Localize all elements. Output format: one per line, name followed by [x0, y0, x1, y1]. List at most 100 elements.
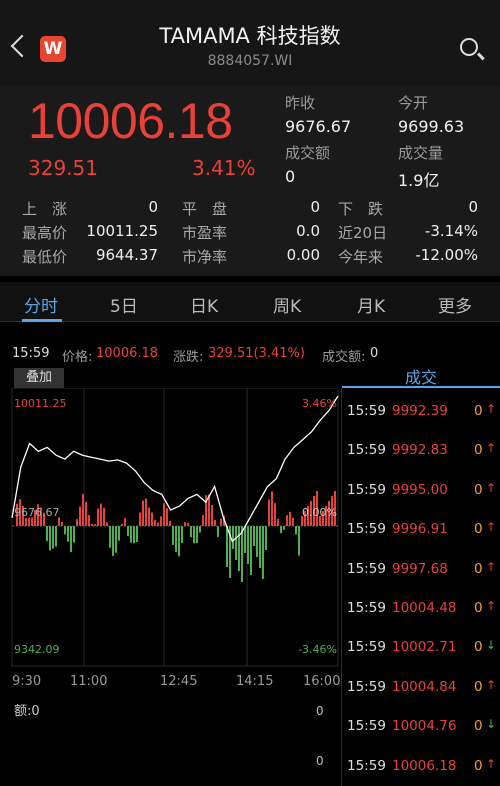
deviation-bar — [112, 526, 114, 556]
deviation-bar — [64, 526, 66, 535]
trade-row: 15:59 9992.39 0 ↑ — [342, 392, 500, 431]
period-tabs: 分时 5日 日K 周K 月K 更多 — [0, 282, 500, 322]
deviation-bar — [103, 507, 105, 526]
trade-price: 10006.18 — [392, 757, 457, 774]
deviation-bar — [283, 526, 285, 530]
trade-time: 15:59 — [347, 639, 386, 656]
deviation-bar — [268, 499, 270, 526]
open-value: 9699.63 — [398, 117, 465, 136]
trade-row: 15:59 10004.48 0 ↑ — [342, 589, 500, 628]
trade-price: 9995.00 — [392, 481, 448, 498]
arrow-down-icon: ↓ — [486, 638, 497, 653]
arrow-up-icon: ↑ — [486, 480, 497, 495]
intraday-chart[interactable]: 10011.25 3.46% 9676.67 0.00% 9342.09 -3.… — [0, 388, 342, 668]
tab-intraday[interactable]: 分时 — [24, 292, 58, 317]
trade-price: 9992.39 — [392, 403, 448, 419]
deviation-bar — [49, 526, 51, 551]
deviation-bar — [292, 517, 294, 526]
open-price: 今开 9699.63 — [398, 92, 464, 136]
trade-price: 10002.71 — [392, 639, 457, 656]
deviation-bar — [169, 520, 171, 526]
deviation-bar — [127, 526, 129, 537]
deviation-bar — [220, 518, 222, 526]
deviation-bar — [184, 522, 186, 526]
deviation-bar — [124, 518, 126, 526]
deviation-bar — [73, 526, 75, 543]
tab-month-k[interactable]: 月K — [357, 292, 385, 317]
deviation-bar — [277, 518, 279, 526]
deviation-bar — [193, 526, 195, 544]
trade-qty: 0 — [474, 481, 483, 498]
deviation-bar — [265, 526, 267, 550]
deviation-bar — [256, 526, 258, 557]
trade-price: 10004.84 — [392, 678, 457, 695]
deviation-bar — [136, 526, 138, 543]
deviation-bar — [202, 515, 204, 526]
deviation-bar — [271, 491, 273, 526]
prev-close-value: 9676.67 — [285, 117, 352, 136]
prev-close-label: 昨收 — [285, 94, 316, 112]
deviation-bar — [94, 524, 96, 526]
deviation-bar — [163, 503, 165, 526]
x-label-1245: 12:45 — [160, 674, 198, 689]
trade-price: 10004.48 — [392, 600, 457, 616]
d20-value: -3.14% — [424, 222, 478, 240]
deviation-bar — [133, 526, 135, 544]
x-label-1415: 14:15 — [236, 674, 274, 689]
deviation-bar — [109, 526, 111, 548]
deviation-bar — [160, 516, 162, 526]
trade-price: 10004.76 — [392, 718, 457, 735]
tab-week-k[interactable]: 周K — [273, 292, 301, 317]
deviation-bar — [181, 526, 183, 544]
trades-header[interactable]: 成交 — [342, 364, 500, 388]
deviation-bar — [217, 526, 219, 537]
trade-qty: 0 — [474, 442, 483, 459]
low-value: 9644.37 — [95, 246, 158, 264]
trade-qty: 0 — [474, 718, 483, 735]
deviation-bar — [130, 526, 132, 543]
volume-label: 成交量 — [398, 144, 444, 162]
deviation-bar — [25, 517, 27, 526]
deviation-bar — [250, 526, 252, 575]
deviation-bar — [196, 526, 198, 544]
trade-time: 15:59 — [347, 442, 386, 459]
amount-axis-bottom: 0 — [316, 754, 324, 768]
overlay-button[interactable]: 叠加 — [14, 368, 64, 388]
tab-5day[interactable]: 5日 — [110, 292, 138, 317]
deviation-bar — [199, 526, 201, 533]
trade-time: 15:59 — [347, 560, 386, 577]
current-price: 10006.18 — [28, 93, 233, 149]
search-icon[interactable] — [460, 38, 478, 56]
info-price-label: 价格: — [62, 350, 93, 365]
open-label: 今开 — [398, 94, 429, 112]
trade-row: 15:59 10004.84 0 ↑ — [342, 668, 500, 707]
deviation-bar — [286, 515, 288, 526]
crosshair-info: 15:59 价格: 10006.18 涨跌: 329.51(3.41%) 成交额… — [0, 340, 500, 366]
trade-qty: 0 — [474, 403, 483, 419]
pct-label-mid: 0.00% — [302, 506, 337, 519]
deviation-bar — [85, 501, 87, 526]
deviation-bar — [274, 503, 276, 526]
pb-value: 0.00 — [286, 246, 320, 264]
arrow-down-icon: ↓ — [486, 717, 497, 732]
arrow-up-icon: ↑ — [486, 756, 497, 771]
info-time: 15:59 — [12, 346, 50, 361]
trade-qty: 0 — [474, 678, 483, 695]
deviation-bar — [247, 526, 249, 564]
deviation-bar — [208, 494, 210, 526]
tab-more[interactable]: 更多 — [438, 292, 472, 317]
deviation-bar — [97, 508, 99, 526]
trade-row: 15:59 9992.83 0 ↑ — [342, 431, 500, 470]
deviation-bar — [82, 494, 84, 526]
deviation-bar — [106, 522, 108, 526]
deviation-bar — [154, 519, 156, 526]
ytd-label: 今年来 — [338, 248, 384, 266]
trade-price: 9997.68 — [392, 560, 448, 577]
deviation-bar — [190, 526, 192, 538]
tab-day-k[interactable]: 日K — [190, 292, 218, 317]
trade-time: 15:59 — [347, 600, 386, 616]
deviation-bar — [178, 526, 180, 557]
deviation-bar — [118, 526, 120, 541]
volume: 成交量 1.9亿 — [398, 142, 443, 191]
trade-time: 15:59 — [347, 481, 386, 498]
